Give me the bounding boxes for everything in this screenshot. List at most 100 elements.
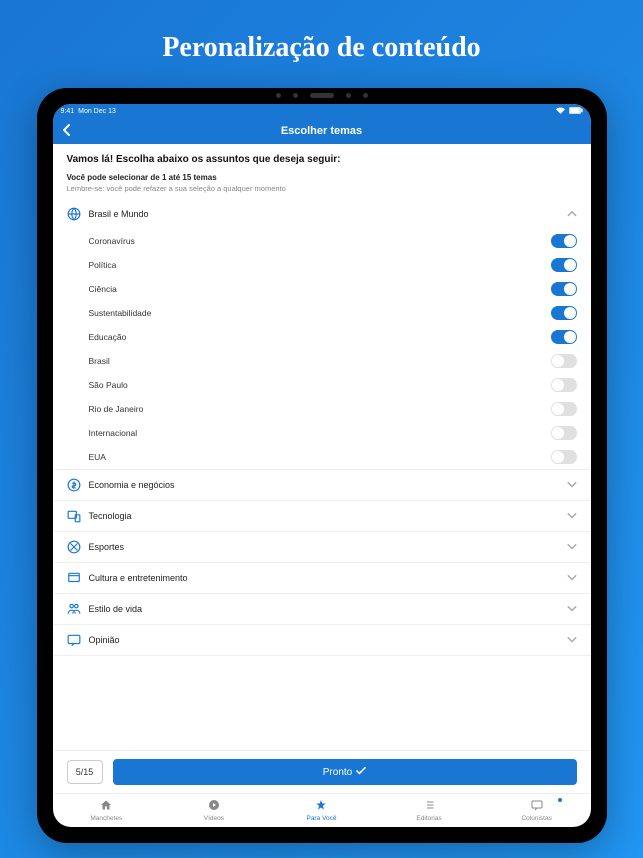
category-header[interactable]: Tecnologia bbox=[53, 501, 591, 531]
done-button[interactable]: Pronto bbox=[113, 759, 577, 785]
instructions-block: Vamos lá! Escolha abaixo os assuntos que… bbox=[53, 144, 591, 199]
category: Opinião bbox=[53, 625, 591, 656]
status-bar: 9:41 Mon Dec 13 bbox=[53, 104, 591, 118]
chevron-down-icon bbox=[567, 480, 577, 491]
category-label: Economia e negócios bbox=[89, 480, 567, 490]
category: Economia e negócios bbox=[53, 470, 591, 501]
topic-row: Sustentabilidade bbox=[89, 301, 591, 325]
topic-label: Ciência bbox=[89, 284, 117, 294]
chevron-down-icon bbox=[567, 573, 577, 584]
category-header[interactable]: Brasil e Mundo bbox=[53, 199, 591, 229]
tab-label: Colunistas bbox=[521, 815, 551, 822]
chat-icon bbox=[531, 799, 543, 814]
category-header[interactable]: Esportes bbox=[53, 532, 591, 562]
status-date: Mon Dec 13 bbox=[78, 108, 116, 115]
categories-list: Brasil e Mundo Coronavírus Política Ciência… bbox=[53, 199, 591, 750]
topic-label: Educação bbox=[89, 332, 127, 342]
topic-toggle[interactable] bbox=[551, 378, 577, 392]
tab-label: Vídeos bbox=[204, 815, 224, 822]
topic-label: Rio de Janeiro bbox=[89, 404, 144, 414]
tab-vídeos[interactable]: Vídeos bbox=[160, 794, 268, 827]
selection-counter: 5/15 bbox=[67, 760, 103, 784]
category-header[interactable]: Opinião bbox=[53, 625, 591, 655]
topic-row: Brasil bbox=[89, 349, 591, 373]
topic-toggle[interactable] bbox=[551, 306, 577, 320]
category-header[interactable]: Economia e negócios bbox=[53, 470, 591, 500]
devices-icon bbox=[67, 509, 81, 523]
done-button-label: Pronto bbox=[323, 767, 352, 778]
hint-text: Lembre-se: você pode refazer a sua seleç… bbox=[67, 184, 577, 193]
topic-toggle[interactable] bbox=[551, 354, 577, 368]
topic-label: Sustentabilidade bbox=[89, 308, 152, 318]
topic-row: Internacional bbox=[89, 421, 591, 445]
category: Brasil e Mundo Coronavírus Política Ciência… bbox=[53, 199, 591, 470]
topic-row: Ciência bbox=[89, 277, 591, 301]
chevron-down-icon bbox=[567, 511, 577, 522]
wifi-icon bbox=[556, 107, 565, 116]
category-header[interactable]: Estilo de vida bbox=[53, 594, 591, 624]
topic-toggle[interactable] bbox=[551, 402, 577, 416]
back-button[interactable] bbox=[63, 123, 71, 139]
topic-toggle[interactable] bbox=[551, 282, 577, 296]
category-label: Brasil e Mundo bbox=[89, 209, 567, 219]
tab-colunistas[interactable]: Colunistas bbox=[483, 794, 591, 827]
topic-row: EUA bbox=[89, 445, 591, 469]
category-label: Cultura e entretenimento bbox=[89, 573, 567, 583]
chevron-down-icon bbox=[567, 542, 577, 553]
list-icon bbox=[423, 799, 435, 814]
category-label: Opinião bbox=[89, 635, 567, 645]
opinion-icon bbox=[67, 633, 81, 647]
topic-label: EUA bbox=[89, 452, 106, 462]
category: Cultura e entretenimento bbox=[53, 563, 591, 594]
chevron-down-icon bbox=[567, 635, 577, 646]
star-icon bbox=[315, 799, 327, 814]
topic-toggle[interactable] bbox=[551, 426, 577, 440]
topic-list: Coronavírus Política Ciência Sustentabilida… bbox=[53, 229, 591, 469]
chevron-down-icon bbox=[567, 604, 577, 615]
battery-icon bbox=[569, 107, 583, 116]
topic-row: Política bbox=[89, 253, 591, 277]
tablet-notch bbox=[276, 93, 368, 98]
play-icon bbox=[208, 799, 220, 814]
tab-label: Para Você bbox=[306, 815, 336, 822]
sports-icon bbox=[67, 540, 81, 554]
check-icon bbox=[356, 767, 366, 778]
main-prompt: Vamos lá! Escolha abaixo os assuntos que… bbox=[67, 154, 577, 165]
topic-label: Política bbox=[89, 260, 117, 270]
bottom-action-bar: 5/15 Pronto bbox=[53, 750, 591, 793]
tab-para-você[interactable]: Para Você bbox=[268, 794, 376, 827]
category: Estilo de vida bbox=[53, 594, 591, 625]
topic-row: Coronavírus bbox=[89, 229, 591, 253]
tab-bar: Manchetes Vídeos Para Você Editorias Colunis… bbox=[53, 793, 591, 827]
nav-title: Escolher temas bbox=[281, 125, 362, 137]
topic-row: Educação bbox=[89, 325, 591, 349]
category-header[interactable]: Cultura e entretenimento bbox=[53, 563, 591, 593]
chevron-up-icon bbox=[567, 209, 577, 220]
topic-toggle[interactable] bbox=[551, 330, 577, 344]
tab-editorias[interactable]: Editorias bbox=[375, 794, 483, 827]
screen: 9:41 Mon Dec 13 Escolher temas Vamos lá!… bbox=[53, 104, 591, 827]
tablet-frame: 9:41 Mon Dec 13 Escolher temas Vamos lá!… bbox=[37, 88, 607, 843]
dollar-icon bbox=[67, 478, 81, 492]
category: Tecnologia bbox=[53, 501, 591, 532]
category-label: Estilo de vida bbox=[89, 604, 567, 614]
nav-header: Escolher temas bbox=[53, 118, 591, 144]
promo-title: Peronalização de conteúdo bbox=[162, 32, 480, 64]
tab-manchetes[interactable]: Manchetes bbox=[53, 794, 161, 827]
tab-label: Manchetes bbox=[90, 815, 122, 822]
topic-label: Coronavírus bbox=[89, 236, 135, 246]
notification-badge bbox=[558, 798, 562, 802]
category-label: Tecnologia bbox=[89, 511, 567, 521]
topic-label: Brasil bbox=[89, 356, 110, 366]
topic-toggle[interactable] bbox=[551, 258, 577, 272]
home-icon bbox=[100, 799, 112, 814]
globe-icon bbox=[67, 207, 81, 221]
category: Esportes bbox=[53, 532, 591, 563]
topic-toggle[interactable] bbox=[551, 450, 577, 464]
topic-label: São Paulo bbox=[89, 380, 128, 390]
topic-label: Internacional bbox=[89, 428, 138, 438]
topic-row: São Paulo bbox=[89, 373, 591, 397]
culture-icon bbox=[67, 571, 81, 585]
status-time: 9:41 bbox=[61, 108, 75, 115]
topic-toggle[interactable] bbox=[551, 234, 577, 248]
